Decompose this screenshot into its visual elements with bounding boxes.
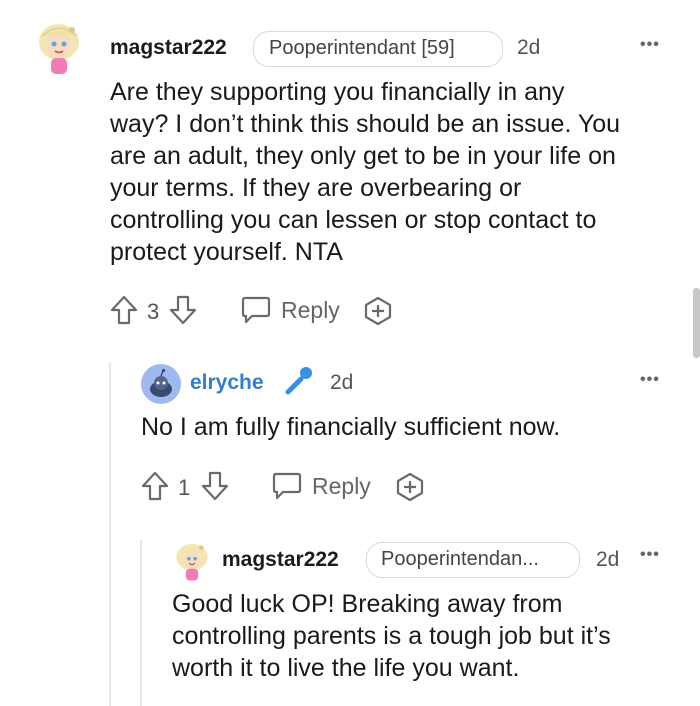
user-flair: Pooperintendan... (366, 542, 580, 578)
thread-line[interactable] (140, 540, 142, 706)
user-flair: Pooperintendant [59] (253, 31, 503, 67)
more-options-button[interactable]: ••• (640, 36, 660, 54)
scrollbar[interactable] (693, 288, 700, 358)
award-button[interactable] (394, 471, 426, 503)
comment-line: way? I don’t think this should be an iss… (110, 110, 621, 138)
comment-line: controlling parents is a tough job but i… (172, 622, 611, 650)
downvote-icon[interactable] (168, 294, 198, 326)
comment-line: are an adult, they only get to be in you… (110, 142, 616, 170)
timestamp: 2d (517, 36, 541, 59)
more-options-button[interactable]: ••• (640, 371, 660, 389)
comment-body: Good luck OP! Breaking away from control… (172, 588, 687, 684)
upvote-icon[interactable] (140, 470, 170, 502)
reply-button[interactable]: Reply (271, 468, 371, 504)
comment-line: protect yourself. NTA (110, 238, 343, 266)
comment-body: No I am fully financially sufficient now… (141, 411, 681, 443)
cartoon-girl-avatar-icon[interactable] (34, 18, 84, 78)
comment-line: Good luck OP! Breaking away from (172, 590, 563, 618)
downvote-icon[interactable] (200, 470, 230, 502)
comment-body: Are they supporting you financially in a… (110, 76, 690, 268)
award-button[interactable] (362, 295, 394, 327)
vote-count: 1 (178, 475, 191, 500)
username[interactable]: magstar222 (222, 548, 339, 572)
username[interactable]: elryche (190, 371, 264, 395)
username[interactable]: magstar222 (110, 36, 227, 60)
speech-bubble-icon (271, 470, 303, 502)
microphone-icon (282, 364, 316, 398)
timestamp: 2d (596, 548, 620, 571)
more-options-button[interactable]: ••• (640, 546, 660, 564)
comment-line: your terms. If they are overbearing or (110, 174, 522, 202)
comment-line: worth it to live the life you want. (172, 654, 520, 682)
snoo-avatar-icon[interactable] (141, 364, 181, 404)
upvote-icon[interactable] (109, 294, 139, 326)
cartoon-girl-avatar-icon[interactable] (172, 540, 212, 582)
thread-line[interactable] (109, 362, 111, 706)
vote-count: 3 (147, 299, 160, 324)
comment-line: controlling you can lessen or stop conta… (110, 206, 597, 234)
reply-button[interactable]: Reply (240, 292, 340, 328)
timestamp: 2d (330, 371, 354, 394)
reply-label: Reply (281, 297, 340, 323)
comment-line: No I am fully financially sufficient now… (141, 413, 561, 441)
speech-bubble-icon (240, 294, 272, 326)
comment-line: Are they supporting you financially in a… (110, 78, 565, 106)
reply-label: Reply (312, 473, 371, 499)
